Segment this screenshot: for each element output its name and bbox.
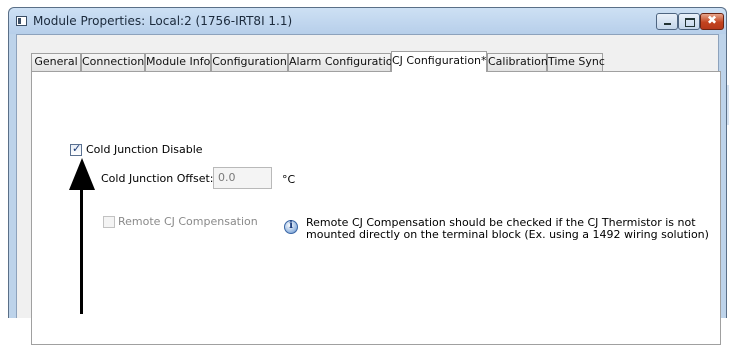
cold-junction-offset-input[interactable]: 0.0 (213, 167, 272, 189)
cold-junction-disable-checkbox[interactable] (70, 142, 82, 156)
cold-junction-offset-label: Cold Junction Offset: (101, 172, 214, 185)
close-icon: ✖ (706, 13, 718, 27)
tab-calibration[interactable]: Calibration (487, 53, 548, 71)
cj-configuration-panel: Cold Junction Disable Cold Junction Offs… (31, 71, 721, 345)
tab-time-sync[interactable]: Time Sync (547, 53, 605, 71)
remote-cj-compensation-checkbox[interactable] (103, 216, 115, 228)
tab-connection[interactable]: Connection (81, 53, 145, 71)
dialog-client-area: General Connection Module Info Configura… (16, 34, 721, 345)
offset-unit-label: °C (282, 173, 296, 186)
minimize-button[interactable] (656, 13, 678, 30)
maximize-icon (685, 18, 695, 27)
remote-cj-info-line-2: mounted directly on the terminal block (… (306, 228, 709, 241)
window-title: Module Properties: Local:2 (1756-IRT8I 1… (33, 14, 293, 28)
close-button[interactable]: ✖ (700, 13, 724, 30)
annotation-arrow-shaft (80, 188, 83, 314)
minimize-icon (664, 23, 671, 25)
window-app-icon (16, 16, 27, 26)
tab-module-info[interactable]: Module Info (145, 53, 211, 71)
remote-cj-compensation-label[interactable]: Remote CJ Compensation (118, 215, 258, 228)
annotation-arrow-head-icon (69, 158, 95, 190)
module-properties-window: Module Properties: Local:2 (1756-IRT8I 1… (8, 7, 727, 345)
tab-cj-configuration[interactable]: CJ Configuration* (391, 51, 487, 72)
tab-alarm-configuration[interactable]: Alarm Configuration (288, 53, 399, 71)
maximize-button[interactable] (678, 13, 700, 30)
title-bar[interactable]: Module Properties: Local:2 (1756-IRT8I 1… (9, 8, 726, 34)
tab-configuration[interactable]: Configuration (211, 53, 288, 71)
cold-junction-disable-label[interactable]: Cold Junction Disable (86, 143, 203, 156)
info-icon (284, 220, 298, 234)
tab-general[interactable]: General (31, 53, 81, 71)
